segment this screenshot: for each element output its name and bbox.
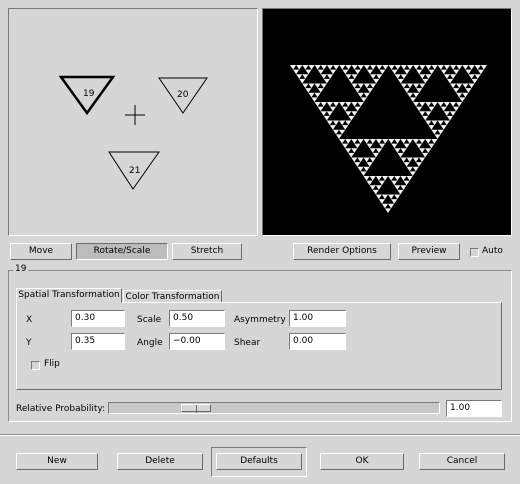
triangle-19-label: 19 [83, 89, 95, 99]
cancel-button[interactable]: Cancel [419, 453, 505, 470]
separator [0, 434, 520, 436]
y-input[interactable]: 0.35 [71, 333, 125, 350]
x-input[interactable]: 0.30 [71, 310, 125, 327]
probability-slider[interactable] [108, 402, 440, 414]
design-canvas[interactable]: 19 20 21 [8, 8, 258, 236]
triangle-21-label: 21 [129, 166, 140, 176]
preview-canvas [262, 8, 512, 236]
asymmetry-label: Asymmetry [234, 315, 286, 325]
scale-label: Scale [137, 315, 162, 325]
auto-label: Auto [482, 246, 503, 256]
rotate-scale-button[interactable]: Rotate/Scale [76, 243, 168, 260]
flip-label: Flip [44, 359, 60, 369]
group-title: 19 [13, 264, 29, 274]
probability-slider-thumb[interactable] [181, 404, 211, 413]
angle-input[interactable]: −0.00 [169, 333, 225, 350]
x-label: X [26, 315, 33, 325]
relative-probability-label: Relative Probability: [16, 404, 106, 414]
delete-button[interactable]: Delete [117, 453, 203, 470]
preview-button[interactable]: Preview [398, 243, 460, 260]
y-label: Y [26, 338, 32, 348]
sierpinski-preview [290, 65, 487, 213]
auto-checkbox[interactable] [470, 248, 479, 257]
ok-button[interactable]: OK [320, 453, 404, 470]
shear-label: Shear [234, 338, 261, 348]
probability-input[interactable]: 1.00 [446, 400, 502, 417]
asymmetry-input[interactable]: 1.00 [289, 310, 346, 327]
defaults-button[interactable]: Defaults [216, 453, 302, 470]
design-svg: 19 20 21 [58, 75, 208, 190]
triangle-20-label: 20 [177, 90, 189, 100]
angle-label: Angle [137, 338, 163, 348]
move-button[interactable]: Move [10, 243, 72, 260]
scale-input[interactable]: 0.50 [169, 310, 225, 327]
tab-spatial-transformation[interactable]: Spatial Transformation [16, 288, 122, 303]
stretch-button[interactable]: Stretch [172, 243, 242, 260]
new-button[interactable]: New [16, 453, 98, 470]
flip-checkbox[interactable] [31, 361, 40, 370]
shear-input[interactable]: 0.00 [289, 333, 346, 350]
render-options-button[interactable]: Render Options [293, 243, 391, 260]
